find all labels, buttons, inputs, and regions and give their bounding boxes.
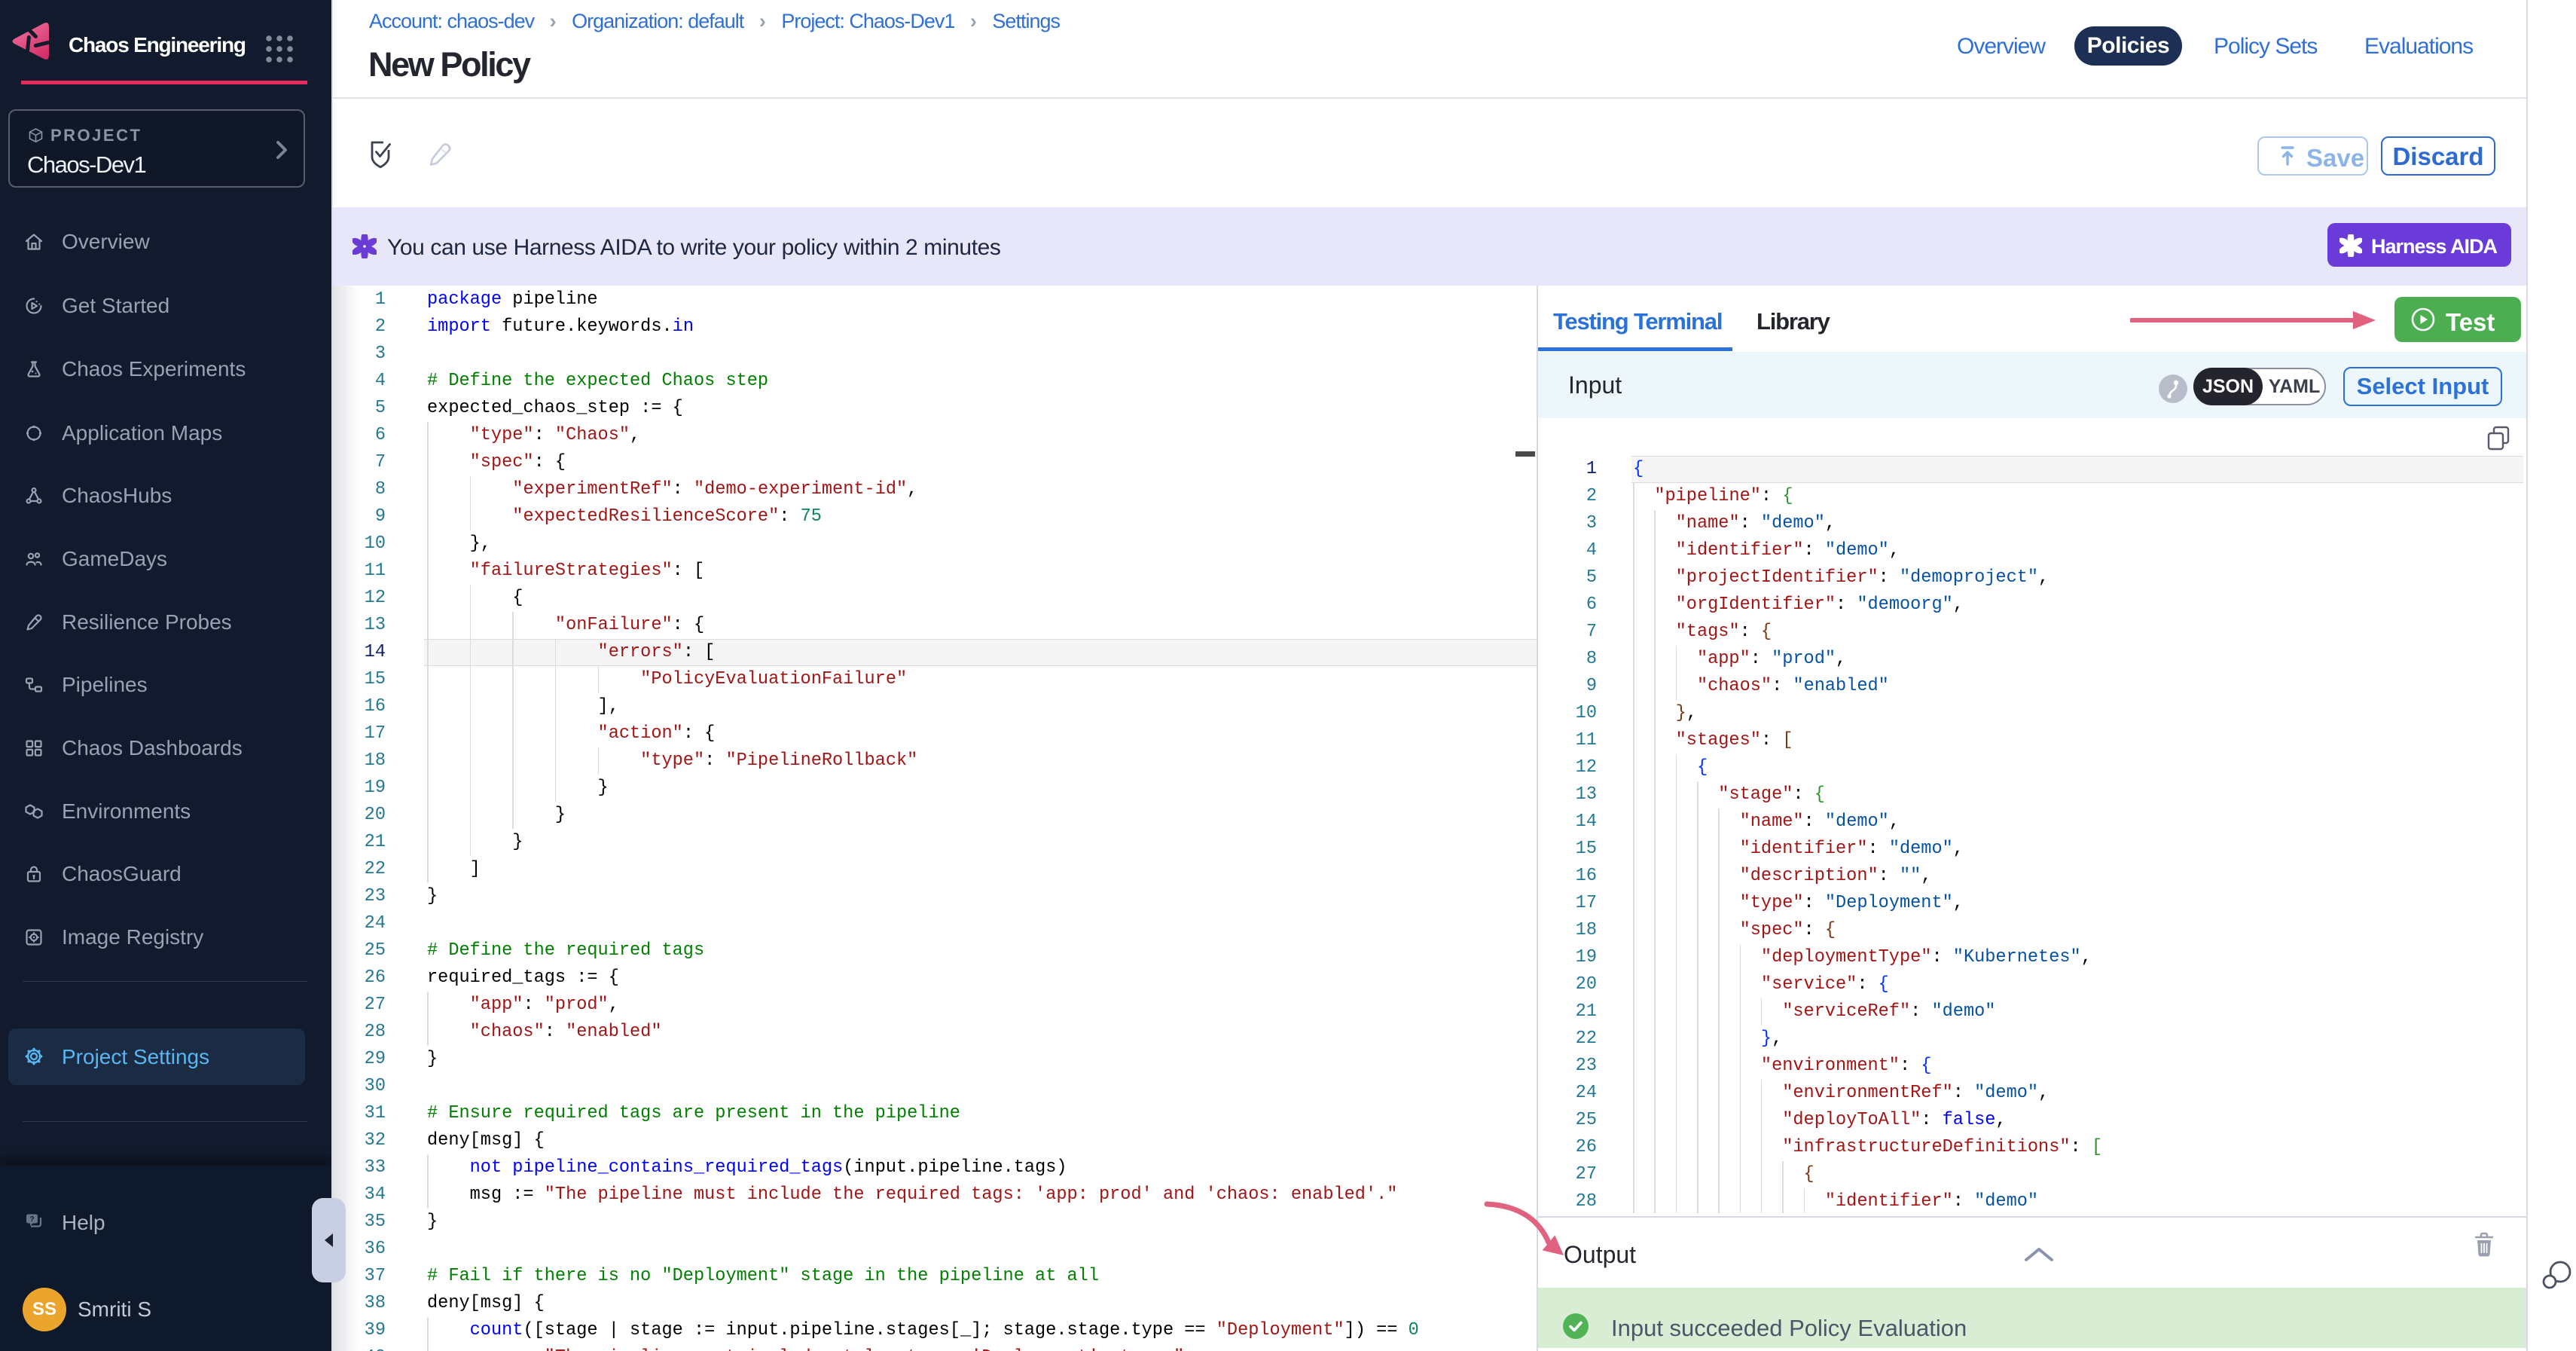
svg-text:?: ? xyxy=(29,1215,34,1224)
